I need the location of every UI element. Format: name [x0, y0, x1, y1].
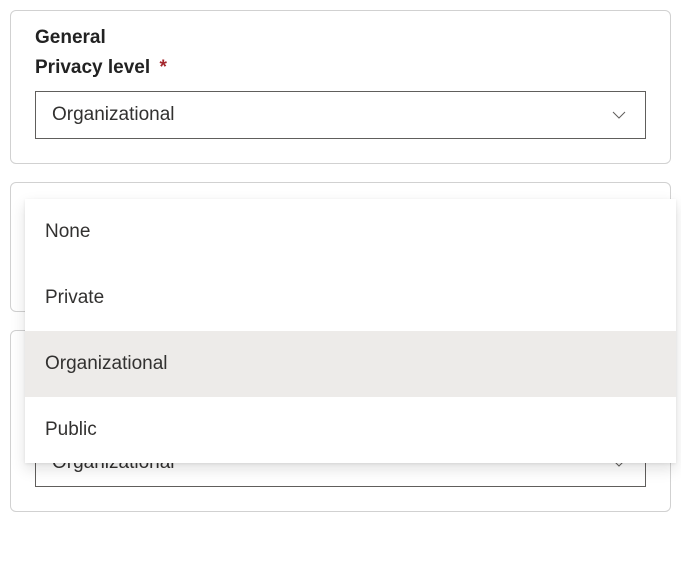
- field-label-text: Privacy level: [35, 57, 150, 78]
- privacy-level-label: Privacy level *: [35, 57, 646, 79]
- privacy-level-select[interactable]: Organizational: [35, 91, 646, 139]
- dropdown-option-organizational[interactable]: Organizational: [25, 331, 676, 397]
- dropdown-option-label: Public: [45, 419, 97, 441]
- card-title: General: [35, 27, 646, 49]
- general-card: General Privacy level * Organizational: [10, 10, 671, 164]
- secondary-card: None Private Organizational Public: [10, 182, 671, 312]
- dropdown-option-label: None: [45, 221, 90, 243]
- required-asterisk: *: [159, 57, 166, 78]
- dropdown-option-label: Private: [45, 287, 104, 309]
- privacy-level-dropdown-listbox[interactable]: None Private Organizational Public: [25, 199, 676, 463]
- chevron-down-icon: [609, 105, 629, 125]
- dropdown-option-none[interactable]: None: [25, 199, 676, 265]
- dropdown-option-label: Organizational: [45, 353, 168, 375]
- dropdown-option-private[interactable]: Private: [25, 265, 676, 331]
- dropdown-option-public[interactable]: Public: [25, 397, 676, 463]
- select-value: Organizational: [52, 104, 609, 126]
